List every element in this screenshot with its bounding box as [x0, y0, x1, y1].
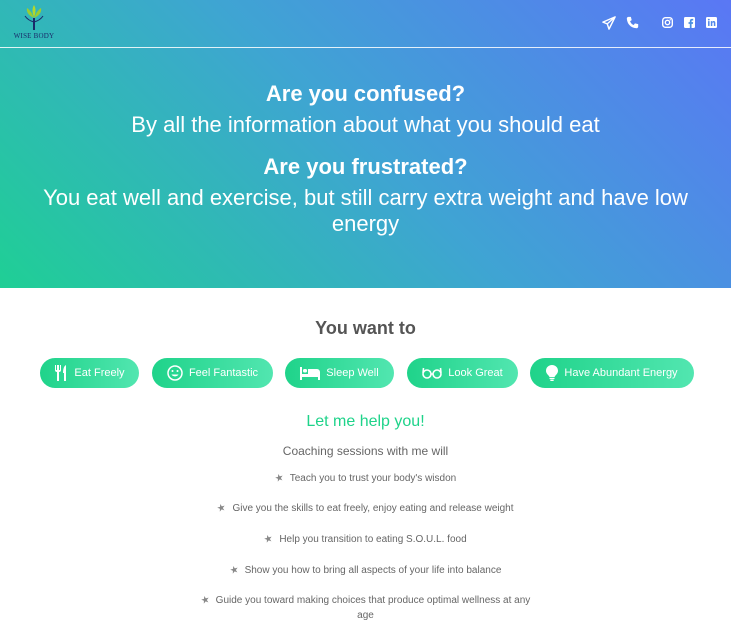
pill-label: Eat Freely [74, 367, 125, 379]
glasses-icon [422, 367, 443, 379]
section-title-you-want: You want to [315, 318, 416, 338]
list-item: ★ Show you how to bring all aspects of yo… [0, 563, 731, 578]
bed-icon [300, 367, 321, 380]
utensils-icon [55, 365, 67, 381]
hero-question-confused: Are you confused? [265, 81, 466, 106]
star-icon: ★ [228, 564, 240, 577]
hero-text-confused: By all the information about what you sh… [131, 112, 600, 137]
pill-label: Look Great [448, 367, 503, 379]
pill-label: Feel Fantastic [188, 367, 259, 379]
smile-icon [167, 365, 183, 381]
tree-icon [24, 5, 44, 30]
list-item: ★ Teach you to trust your body's wisdon [0, 471, 731, 486]
pill-sleep-well[interactable]: Sleep Well [285, 358, 394, 388]
pill-label: Sleep Well [326, 367, 379, 379]
hero-question-frustrated: Are you frustrated? [263, 154, 468, 179]
logo[interactable]: WISE BODY [10, 4, 58, 42]
pill-have-abundant-energy[interactable]: Have Abundant Energy [530, 358, 694, 388]
phone-icon[interactable] [626, 16, 639, 29]
navbar: WISE BODY [0, 0, 731, 48]
list-item: ★ Help you transition to eating S.O.U.L. … [0, 532, 731, 547]
help-title: Let me help you! [306, 413, 425, 430]
list-item-text: Guide you toward making choices that pro… [215, 595, 531, 621]
pill-eat-freely[interactable]: Eat Freely [40, 358, 139, 388]
help-subtitle: Coaching sessions with me will [282, 444, 449, 458]
hero-text-frustrated: You eat well and exercise, but still car… [43, 185, 688, 236]
list-item-text: Give you the skills to eat freely, enjoy… [232, 503, 514, 514]
lightbulb-icon [546, 365, 559, 381]
pill-look-great[interactable]: Look Great [407, 358, 518, 388]
list-item-text: Help you transition to eating S.O.U.L. f… [279, 534, 467, 545]
hero-section: WISE BODY Are you confused? By all the i… [0, 0, 731, 288]
list-item: ★ Guide you toward making choices that pr… [195, 593, 536, 623]
linkedin-icon[interactable] [706, 17, 717, 28]
star-icon: ★ [216, 502, 228, 515]
star-icon: ★ [263, 533, 275, 546]
star-icon: ★ [199, 594, 211, 607]
list-item-text: Show you how to bring all aspects of you… [244, 565, 502, 576]
instagram-icon[interactable] [662, 17, 673, 28]
star-icon: ★ [273, 472, 286, 485]
list-item: ★ Give you the skills to eat freely, enjo… [0, 501, 731, 516]
logo-text: WISE BODY [13, 32, 55, 40]
pill-feel-fantastic[interactable]: Feel Fantastic [152, 358, 273, 388]
facebook-icon[interactable] [684, 17, 695, 28]
list-item-text: Teach you to trust your body's wisdon [289, 473, 457, 484]
paper-plane-icon[interactable] [602, 16, 616, 30]
pill-label: Have Abundant Energy [564, 367, 678, 379]
